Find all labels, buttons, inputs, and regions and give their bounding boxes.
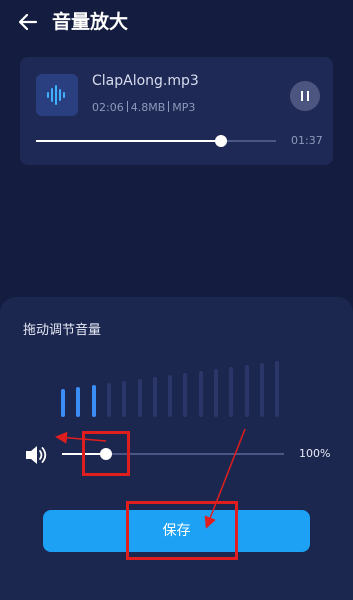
- annotation-arrow-down: [204, 428, 246, 529]
- annotation-arrows: [55, 428, 246, 529]
- annotation-arrow-left: [55, 431, 107, 444]
